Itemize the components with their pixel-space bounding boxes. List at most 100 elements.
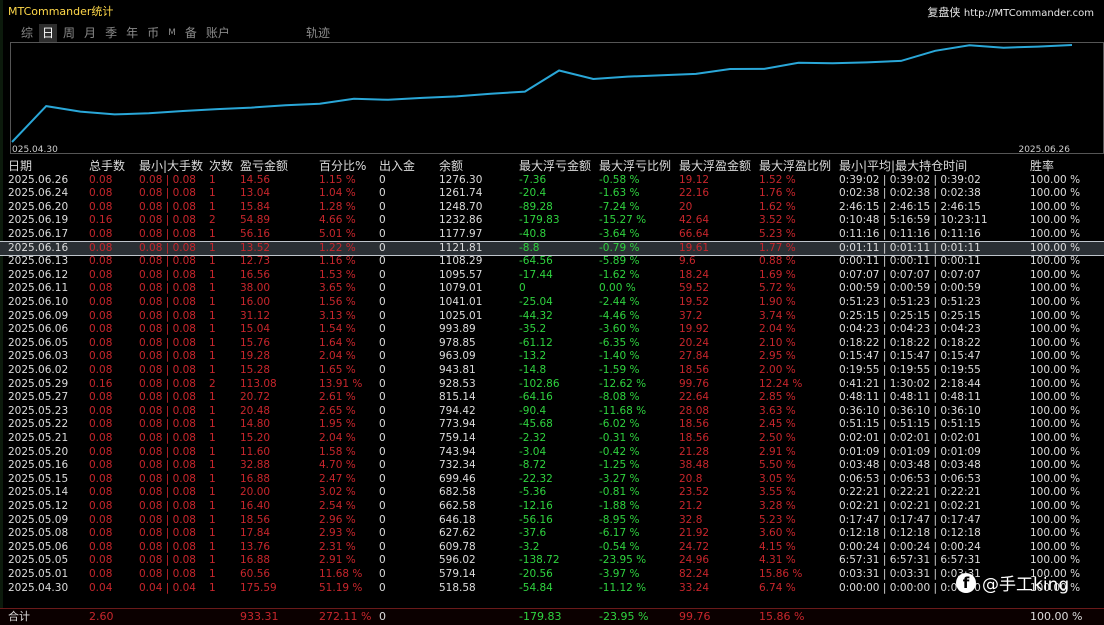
- cell-max-float-profit: 19.92: [679, 323, 710, 336]
- table-row[interactable]: 2025.06.26 0.08 0.08 | 0.08 1 14.56 1.15 % 0 12…: [0, 174, 1104, 188]
- tab-8[interactable]: 备: [182, 24, 200, 42]
- column-header-max-float-profit-pct[interactable]: 最大浮盈比例: [759, 158, 831, 174]
- cell-pnl-amount: 12.73: [240, 255, 271, 268]
- cell-max-float-profit: 18.56: [679, 418, 710, 431]
- cell-deposit-withdraw: 0: [379, 513, 386, 526]
- cell-deposit-withdraw: 0: [379, 227, 386, 240]
- brand[interactable]: 复盘侠 http://MTCommander.com: [927, 4, 1094, 20]
- table-row[interactable]: 2025.05.05 0.08 0.08 | 0.08 1 16.88 2.91 % 0 59…: [0, 554, 1104, 568]
- table-row[interactable]: 2025.06.13 0.08 0.08 | 0.08 1 12.73 1.16 % 0 11…: [0, 255, 1104, 269]
- cell-deposit-withdraw: 0: [379, 255, 386, 268]
- cell-max-float-profit-pct: 1.77 %: [759, 241, 796, 254]
- column-header-deposit-withdraw[interactable]: 出入金: [379, 158, 415, 174]
- facebook-icon: f: [956, 572, 976, 593]
- table-row[interactable]: 2025.05.23 0.08 0.08 | 0.08 1 20.48 2.65 % 0 79…: [0, 405, 1104, 419]
- cell-max-float-loss-pct: -3.27 %: [599, 472, 640, 485]
- tab-7[interactable]: M: [165, 24, 179, 42]
- table-row[interactable]: 2025.06.17 0.08 0.08 | 0.08 1 56.16 5.01 % 0 11…: [0, 228, 1104, 242]
- column-header-pnl-percent[interactable]: 百分比%: [319, 158, 366, 174]
- cell-hold-time: 0:17:47 | 0:17:47 | 0:17:47: [839, 513, 981, 526]
- cell-hold-time: 0:01:11 | 0:01:11 | 0:01:11: [839, 241, 981, 254]
- table-row[interactable]: 2025.05.20 0.08 0.08 | 0.08 1 11.60 1.58 % 0 74…: [0, 446, 1104, 460]
- cell-pnl-percent: 2.31 %: [319, 540, 356, 553]
- column-header-max-float-loss-pct[interactable]: 最大浮亏比例: [599, 158, 671, 174]
- cell-pnl-amount: 14.80: [240, 418, 271, 431]
- table-row[interactable]: 2025.06.16 0.08 0.08 | 0.08 1 13.52 1.22 % 0 11…: [0, 240, 1104, 257]
- table-row[interactable]: 2025.05.15 0.08 0.08 | 0.08 1 16.88 2.47 % 0 69…: [0, 473, 1104, 487]
- cell-min-max-lots: 0.08 | 0.08: [139, 255, 196, 268]
- cell-max-float-profit: 20: [679, 200, 693, 213]
- table-row[interactable]: 2025.06.10 0.08 0.08 | 0.08 1 16.00 1.56 % 0 10…: [0, 296, 1104, 310]
- column-header-win-rate[interactable]: 胜率: [1030, 158, 1054, 174]
- column-header-trade-count[interactable]: 次数: [209, 158, 233, 174]
- tab-5[interactable]: 年: [123, 24, 141, 42]
- cell-max-float-profit-pct: 4.31 %: [759, 554, 796, 567]
- column-header-pnl-amount[interactable]: 盈亏金额: [240, 158, 288, 174]
- table-row[interactable]: 2025.06.03 0.08 0.08 | 0.08 1 19.28 2.04 % 0 96…: [0, 350, 1104, 364]
- table-row[interactable]: 2025.05.08 0.08 0.08 | 0.08 1 17.84 2.93 % 0 62…: [0, 527, 1104, 541]
- column-header-balance[interactable]: 余额: [439, 158, 463, 174]
- cell-deposit-withdraw: 0: [379, 282, 386, 295]
- table-row[interactable]: 2025.05.27 0.08 0.08 | 0.08 1 20.72 2.61 % 0 81…: [0, 391, 1104, 405]
- tab-4[interactable]: 季: [102, 24, 120, 42]
- cell-max-float-loss: -54.84: [519, 581, 553, 594]
- table-row[interactable]: 2025.06.06 0.08 0.08 | 0.08 1 15.04 1.54 % 0 99…: [0, 323, 1104, 337]
- tab-6[interactable]: 币: [144, 24, 162, 42]
- column-header-hold-time[interactable]: 最小|平均|最大持仓时间: [839, 158, 967, 174]
- table-row[interactable]: 2025.05.09 0.08 0.08 | 0.08 1 18.56 2.96 % 0 64…: [0, 514, 1104, 528]
- table-row[interactable]: 2025.04.30 0.04 0.04 | 0.04 1 175.59 51.19 % 0…: [0, 582, 1104, 596]
- cell-date: 2025.06.09: [8, 309, 69, 322]
- chart-start-label: 025.04.30: [12, 145, 58, 154]
- cell-hold-time: 0:51:23 | 0:51:23 | 0:51:23: [839, 295, 981, 308]
- table-row[interactable]: 2025.06.12 0.08 0.08 | 0.08 1 16.56 1.53 % 0 10…: [0, 269, 1104, 283]
- cell-win-rate: 100.00 %: [1030, 350, 1081, 363]
- cell-balance: 732.34: [439, 459, 476, 472]
- table-row[interactable]: 2025.06.24 0.08 0.08 | 0.08 1 13.04 1.04 % 0 12…: [0, 187, 1104, 201]
- cell-win-rate: 100.00 %: [1030, 363, 1081, 376]
- cell-total-lots: 0.08: [89, 200, 113, 213]
- table-row[interactable]: 2025.06.09 0.08 0.08 | 0.08 1 31.12 3.13 % 0 10…: [0, 310, 1104, 324]
- tab-2[interactable]: 周: [60, 24, 78, 42]
- cell-trade-count: 1: [209, 459, 216, 472]
- table-row[interactable]: 2025.05.21 0.08 0.08 | 0.08 1 15.20 2.04 % 0 75…: [0, 432, 1104, 446]
- cell-max-float-profit: 27.84: [679, 350, 710, 363]
- table-row[interactable]: 2025.05.16 0.08 0.08 | 0.08 1 32.88 4.70 % 0 73…: [0, 459, 1104, 473]
- cell-max-float-loss-pct: -0.31 %: [599, 431, 640, 444]
- tab-0[interactable]: 综: [18, 24, 36, 42]
- cell-pnl-percent: 3.65 %: [319, 282, 356, 295]
- table-row[interactable]: 2025.05.14 0.08 0.08 | 0.08 1 20.00 3.02 % 0 68…: [0, 486, 1104, 500]
- table-row[interactable]: 2025.05.22 0.08 0.08 | 0.08 1 14.80 1.95 % 0 77…: [0, 418, 1104, 432]
- cell-total-lots: 0.08: [89, 486, 113, 499]
- cell-max-float-loss: -22.32: [519, 472, 553, 485]
- tab-1[interactable]: 日: [39, 24, 58, 42]
- cell-total-lots: 0.08: [89, 472, 113, 485]
- column-header-max-float-loss[interactable]: 最大浮亏金额: [519, 158, 591, 174]
- table-row[interactable]: 2025.06.02 0.08 0.08 | 0.08 1 15.28 1.65 % 0 94…: [0, 364, 1104, 378]
- table-row[interactable]: 2025.06.20 0.08 0.08 | 0.08 1 15.84 1.28 % 0 12…: [0, 201, 1104, 215]
- cell-pnl-percent: 2.54 %: [319, 499, 356, 512]
- table-row[interactable]: 2025.05.06 0.08 0.08 | 0.08 1 13.76 2.31 % 0 60…: [0, 541, 1104, 555]
- brand-url[interactable]: http://MTCommander.com: [964, 8, 1094, 19]
- cell-total-lots: 0.08: [89, 418, 113, 431]
- cell-max-float-loss-pct: -6.02 %: [599, 418, 640, 431]
- table-row[interactable]: 2025.05.12 0.08 0.08 | 0.08 1 16.40 2.54 % 0 66…: [0, 500, 1104, 514]
- table-row[interactable]: 2025.06.19 0.16 0.08 | 0.08 2 54.89 4.66 % 0 12…: [0, 214, 1104, 228]
- column-header-min-max-lots[interactable]: 最小|大手数: [139, 158, 203, 174]
- table-row[interactable]: 2025.06.11 0.08 0.08 | 0.08 1 38.00 3.65 % 0 10…: [0, 282, 1104, 296]
- column-header-max-float-profit[interactable]: 最大浮盈金额: [679, 158, 751, 174]
- tab-track[interactable]: 轨迹: [306, 24, 330, 42]
- table-row[interactable]: 2025.05.01 0.08 0.08 | 0.08 1 60.56 11.68 % 0 5…: [0, 568, 1104, 582]
- cell-max-float-profit-pct: 3.52 %: [759, 214, 796, 227]
- cell-trade-count: 1: [209, 404, 216, 417]
- cell-total-lots: 0.08: [89, 323, 113, 336]
- table-row[interactable]: 2025.06.05 0.08 0.08 | 0.08 1 15.76 1.64 % 0 97…: [0, 337, 1104, 351]
- column-header-date[interactable]: 日期: [8, 158, 32, 174]
- table-row[interactable]: 2025.05.29 0.16 0.08 | 0.08 2 113.08 13.91 % 0…: [0, 378, 1104, 392]
- cell-total-lots: 0.08: [89, 282, 113, 295]
- tab-9[interactable]: 账户: [203, 24, 233, 42]
- cell-trade-count: 1: [209, 282, 216, 295]
- tab-3[interactable]: 月: [81, 24, 99, 42]
- cell-hold-time: 0:06:53 | 0:06:53 | 0:06:53: [839, 472, 981, 485]
- cell-max-float-loss-pct: -1.88 %: [599, 499, 640, 512]
- column-header-total-lots[interactable]: 总手数: [89, 158, 125, 174]
